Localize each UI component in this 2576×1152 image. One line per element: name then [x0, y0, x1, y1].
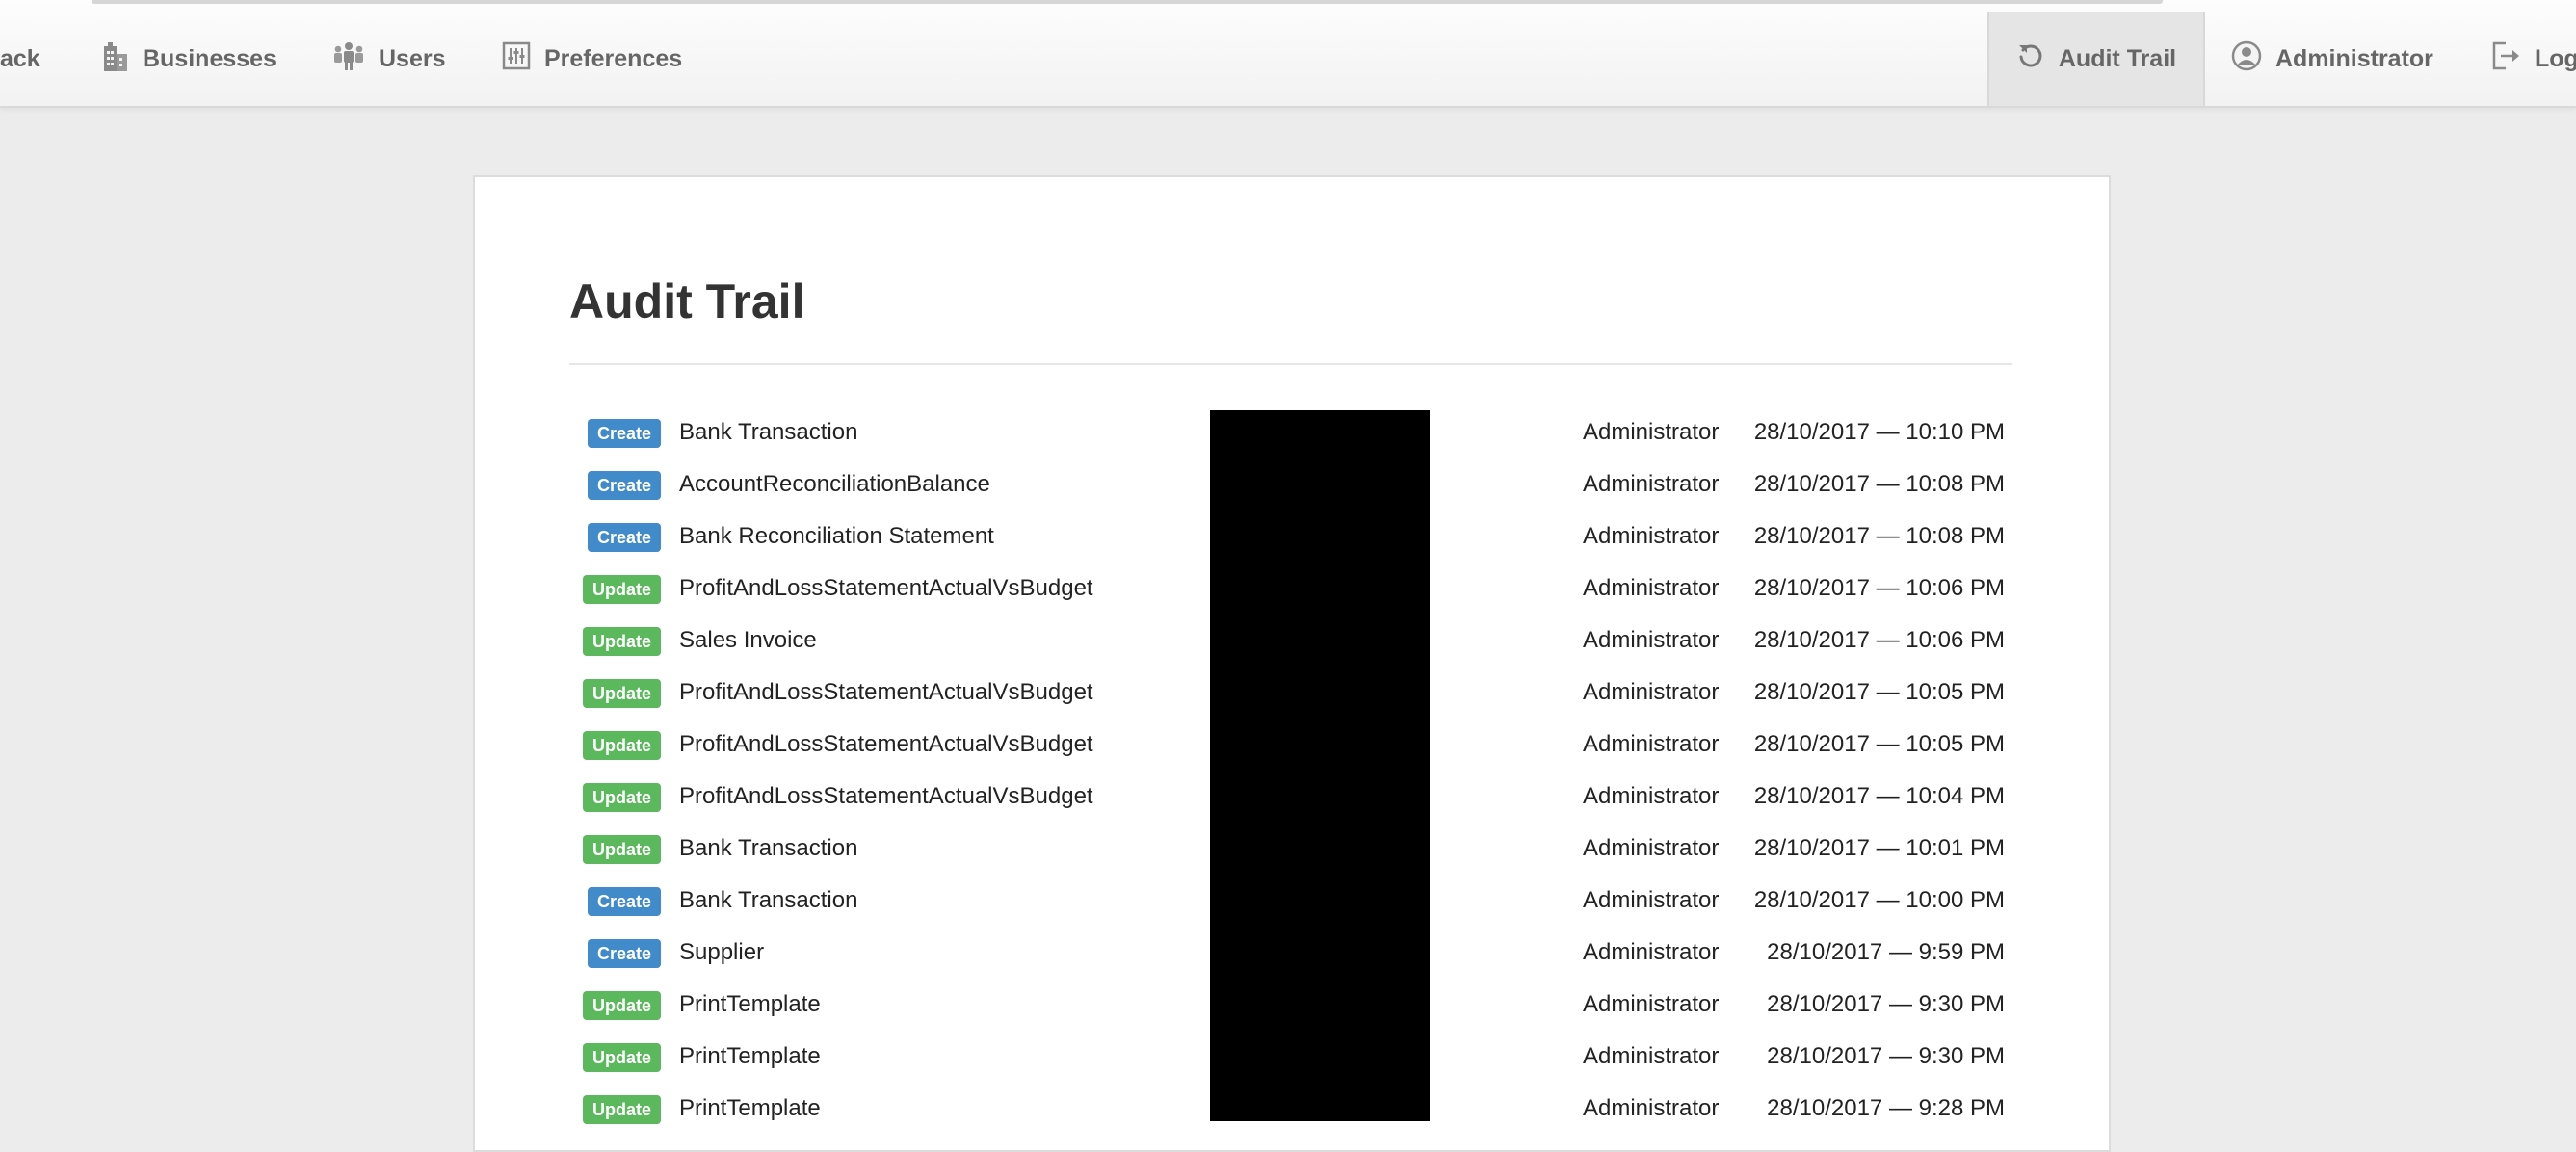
- nav-businesses[interactable]: Businesses: [100, 12, 276, 106]
- nav-administrator[interactable]: Administrator: [2231, 12, 2433, 106]
- entity-name: ProfitAndLossStatementActualVsBudget: [679, 731, 1093, 757]
- user-name: Administrator: [1583, 471, 1720, 497]
- building-icon: [100, 40, 129, 78]
- action-badge: Update: [582, 991, 661, 1020]
- entity-name: ProfitAndLossStatementActualVsBudget: [679, 575, 1093, 601]
- action-badge: Create: [587, 471, 661, 500]
- action-badge: Create: [587, 419, 661, 448]
- page-title: Audit Trail: [569, 275, 805, 328]
- nav-preferences-label: Preferences: [544, 44, 683, 72]
- horizontal-scrollbar[interactable]: [92, 0, 2163, 4]
- nav-audit-trail[interactable]: Audit Trail: [1987, 12, 2205, 106]
- nav-users-label: Users: [379, 44, 446, 72]
- entity-name: ProfitAndLossStatementActualVsBudget: [679, 783, 1093, 809]
- nav-back-link[interactable]: ack: [0, 12, 40, 106]
- action-badge: Update: [582, 1043, 661, 1072]
- nav-preferences[interactable]: Preferences: [502, 12, 682, 106]
- nav-administrator-label: Administrator: [2275, 44, 2433, 72]
- nav-audit-trail-label: Audit Trail: [2058, 44, 2177, 72]
- timestamp: 28/10/2017 — 10:10 PM: [1753, 419, 2005, 445]
- timestamp: 28/10/2017 — 10:00 PM: [1753, 887, 2005, 913]
- timestamp: 28/10/2017 — 10:06 PM: [1753, 575, 2005, 601]
- user-name: Administrator: [1583, 419, 1720, 445]
- user-name: Administrator: [1583, 731, 1720, 757]
- action-badge: Update: [582, 731, 661, 760]
- entity-name: Sales Invoice: [679, 627, 817, 653]
- user-name: Administrator: [1583, 783, 1720, 809]
- nav-businesses-label: Businesses: [143, 44, 276, 72]
- action-badge: Update: [582, 679, 661, 708]
- entity-name: Bank Transaction: [679, 887, 858, 913]
- entity-name: ProfitAndLossStatementActualVsBudget: [679, 679, 1093, 705]
- timestamp: 28/10/2017 — 9:30 PM: [1767, 1043, 2005, 1069]
- timestamp: 28/10/2017 — 10:06 PM: [1753, 627, 2005, 653]
- user-name: Administrator: [1583, 835, 1720, 861]
- timestamp: 28/10/2017 — 9:59 PM: [1767, 939, 2005, 965]
- top-navigation-bar: ack Businesses Users Preferences Audit T…: [0, 0, 2576, 108]
- redaction-block: [1210, 410, 1430, 1121]
- user-name: Administrator: [1583, 1095, 1720, 1121]
- action-badge: Create: [587, 523, 661, 552]
- user-circle-icon: [2231, 40, 2262, 78]
- timestamp: 28/10/2017 — 10:01 PM: [1753, 835, 2005, 861]
- action-badge: Create: [587, 887, 661, 916]
- timestamp: 28/10/2017 — 10:08 PM: [1753, 471, 2005, 497]
- entity-name: PrintTemplate: [679, 1095, 821, 1121]
- nav-logout-label: Log: [2535, 44, 2576, 72]
- sliders-icon: [502, 41, 531, 77]
- action-badge: Update: [582, 1095, 661, 1124]
- logout-icon: [2490, 40, 2521, 78]
- timestamp: 28/10/2017 — 9:28 PM: [1767, 1095, 2005, 1121]
- user-name: Administrator: [1583, 1043, 1720, 1069]
- action-badge: Create: [587, 939, 661, 968]
- user-name: Administrator: [1583, 679, 1720, 705]
- user-name: Administrator: [1583, 887, 1720, 913]
- timestamp: 28/10/2017 — 10:05 PM: [1753, 679, 2005, 705]
- timestamp: 28/10/2017 — 9:30 PM: [1767, 991, 2005, 1017]
- entity-name: Bank Transaction: [679, 835, 858, 861]
- user-name: Administrator: [1583, 523, 1720, 549]
- action-badge: Update: [582, 835, 661, 864]
- entity-name: AccountReconciliationBalance: [679, 471, 990, 497]
- entity-name: PrintTemplate: [679, 1043, 821, 1069]
- nav-users[interactable]: Users: [332, 12, 446, 106]
- nav-back-label: ack: [0, 44, 40, 72]
- timestamp: 28/10/2017 — 10:05 PM: [1753, 731, 2005, 757]
- entity-name: Supplier: [679, 939, 765, 965]
- action-badge: Update: [582, 783, 661, 812]
- user-name: Administrator: [1583, 991, 1720, 1017]
- user-name: Administrator: [1583, 575, 1720, 601]
- action-badge: Update: [582, 575, 661, 604]
- entity-name: PrintTemplate: [679, 991, 821, 1017]
- user-name: Administrator: [1583, 627, 1720, 653]
- action-badge: Update: [582, 627, 661, 656]
- nav-logout[interactable]: Log: [2490, 12, 2576, 106]
- title-divider: [569, 363, 2012, 365]
- user-name: Administrator: [1583, 939, 1720, 965]
- entity-name: Bank Transaction: [679, 419, 858, 445]
- history-icon: [2016, 41, 2045, 77]
- timestamp: 28/10/2017 — 10:08 PM: [1753, 523, 2005, 549]
- users-icon: [332, 40, 365, 78]
- timestamp: 28/10/2017 — 10:04 PM: [1753, 783, 2005, 809]
- entity-name: Bank Reconciliation Statement: [679, 523, 994, 549]
